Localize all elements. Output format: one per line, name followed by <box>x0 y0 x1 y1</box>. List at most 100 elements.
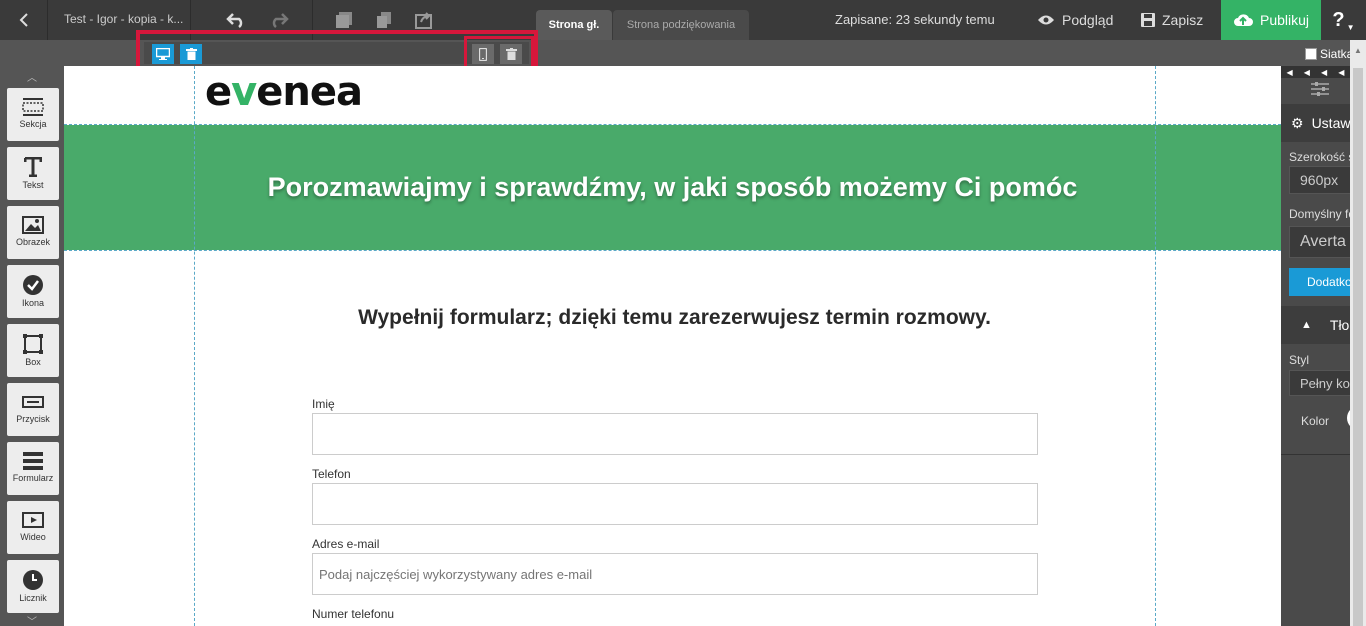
divider <box>1281 454 1350 455</box>
font-select[interactable]: Averta <box>1289 226 1350 258</box>
style-label: Styl <box>1289 353 1310 367</box>
content-guide-right <box>1155 66 1156 626</box>
tool-label: Box <box>25 357 41 367</box>
field-label-phone-number: Numer telefonu <box>312 607 395 621</box>
section-icon <box>22 98 44 116</box>
tool-label: Ikona <box>21 298 45 308</box>
tool-label: Licznik <box>19 593 47 603</box>
save-label: Zapisz <box>1162 12 1204 28</box>
help-label: ? <box>1332 8 1345 31</box>
tool-label: Formularz <box>12 473 54 483</box>
tool-label: Wideo <box>20 532 46 542</box>
box-icon <box>23 334 43 354</box>
clock-icon <box>23 570 43 590</box>
caret-down-icon: ▼ <box>1346 22 1355 32</box>
style-select[interactable]: Pełny ko <box>1289 370 1350 396</box>
panel-scrollbar[interactable]: ▲ <box>1350 40 1366 626</box>
floppy-icon <box>1141 13 1155 27</box>
additional-button[interactable]: Dodatko <box>1289 268 1350 296</box>
undo-button[interactable] <box>225 10 247 30</box>
text-icon <box>24 157 42 177</box>
width-label: Szerokość s <box>1289 150 1350 164</box>
back-button[interactable] <box>0 0 48 40</box>
tool-section[interactable]: Sekcja <box>7 88 59 141</box>
copy-button[interactable] <box>373 10 395 30</box>
chevron-up-icon: ▲ <box>1301 319 1312 331</box>
page-canvas[interactable]: evenea Porozmawiajmy i sprawdźmy, w jaki… <box>64 66 1281 626</box>
tool-counter[interactable]: Licznik <box>7 560 59 613</box>
publish-label: Publikuj <box>1259 12 1310 28</box>
color-label: Kolor <box>1301 414 1330 428</box>
scroll-down-button[interactable]: ﹀ <box>0 612 64 626</box>
tool-icon[interactable]: Ikona <box>7 265 59 318</box>
phone-input[interactable] <box>312 483 1038 525</box>
undo-icon <box>226 13 243 28</box>
settings-header[interactable]: ⚙ Ustaw <box>1281 104 1350 142</box>
panel-collapse-arrows[interactable]: ◀ ◀ ◀ ◀ <box>1281 66 1350 78</box>
save-button[interactable]: Zapisz <box>1141 0 1203 40</box>
image-icon <box>22 216 44 234</box>
hero-section[interactable]: Porozmawiajmy i sprawdźmy, w jaki sposób… <box>64 125 1281 250</box>
field-label-email: Adres e-mail <box>312 537 380 551</box>
chevron-down-icon: ﹀ <box>27 616 37 626</box>
tab-home-page[interactable]: Strona gł. <box>536 10 612 40</box>
eye-icon <box>1038 15 1054 25</box>
logo-letter: e <box>205 69 232 115</box>
scroll-up-arrow-icon[interactable]: ▲ <box>1354 46 1362 55</box>
tool-label: Tekst <box>22 180 44 190</box>
section-guide <box>64 124 1281 125</box>
chevron-left-icon <box>19 13 28 27</box>
redo-button[interactable] <box>268 10 290 30</box>
hero-title[interactable]: Porozmawiajmy i sprawdźmy, w jaki sposób… <box>268 172 1078 203</box>
share-button[interactable] <box>413 10 435 30</box>
email-input[interactable] <box>312 553 1038 595</box>
form-title[interactable]: Wypełnij formularz; dzięki temu zarezerw… <box>64 306 1281 330</box>
background-title: Tło <box>1329 317 1350 333</box>
tool-image[interactable]: Obrazek <box>7 206 59 259</box>
chevron-up-icon: ︿ <box>27 72 37 84</box>
name-input[interactable] <box>312 413 1038 455</box>
tab-thank-you-page[interactable]: Strona podziękowania <box>613 10 749 40</box>
grid-checkbox[interactable] <box>1305 48 1317 60</box>
share-icon <box>415 12 432 29</box>
tool-text[interactable]: Tekst <box>7 147 59 200</box>
layers-icon <box>336 12 352 28</box>
arrow-left-icon: ◀ <box>1321 67 1328 77</box>
gear-icon: ⚙ <box>1291 114 1304 131</box>
tool-box[interactable]: Box <box>7 324 59 377</box>
settings-panel: ◀ ◀ ◀ ◀ ⚙ Ustaw Szerokość s 960px Domyśl… <box>1281 66 1350 626</box>
grid-label: Siatka <box>1320 47 1354 61</box>
arrow-left-icon: ◀ <box>1338 67 1345 77</box>
redo-icon <box>272 13 289 28</box>
scroll-up-button[interactable]: ︿ <box>0 68 64 84</box>
background-header[interactable]: ▲ Tło <box>1281 306 1350 344</box>
logo-letters: enea <box>256 69 363 115</box>
tool-button[interactable]: Przycisk <box>7 383 59 436</box>
settings-title: Ustaw <box>1311 115 1350 131</box>
width-input[interactable]: 960px <box>1289 166 1350 194</box>
help-button[interactable]: ? ▼ <box>1321 0 1366 40</box>
video-icon <box>22 512 44 528</box>
cloud-upload-icon <box>1233 14 1253 26</box>
button-icon <box>22 396 44 408</box>
field-label-name: Imię <box>312 397 335 411</box>
sliders-icon[interactable] <box>1311 82 1329 101</box>
tool-label: Przycisk <box>16 414 50 424</box>
arrow-left-icon: ◀ <box>1303 67 1310 77</box>
scrollbar-thumb[interactable] <box>1353 68 1363 626</box>
preview-label: Podgląd <box>1062 12 1114 28</box>
elements-sidebar: ︿ Sekcja Tekst Obrazek Ikona Box Przycis… <box>0 66 64 626</box>
evenea-logo[interactable]: evenea <box>205 69 363 115</box>
layers-button[interactable] <box>333 10 355 30</box>
publish-button[interactable]: Publikuj <box>1221 0 1321 40</box>
grid-toggle[interactable]: Siatka <box>1305 47 1353 61</box>
logo-letter-accent: v <box>231 69 257 115</box>
tool-video[interactable]: Wideo <box>7 501 59 554</box>
tool-form[interactable]: Formularz <box>7 442 59 495</box>
form-icon <box>23 452 43 470</box>
document-title[interactable]: Test - Igor - kopia - k... <box>64 12 183 26</box>
save-status: Zapisane: 23 sekundy temu <box>835 12 995 27</box>
content-guide-left <box>194 66 195 626</box>
field-label-phone: Telefon <box>312 467 351 481</box>
preview-button[interactable]: Podgląd <box>1037 0 1113 40</box>
